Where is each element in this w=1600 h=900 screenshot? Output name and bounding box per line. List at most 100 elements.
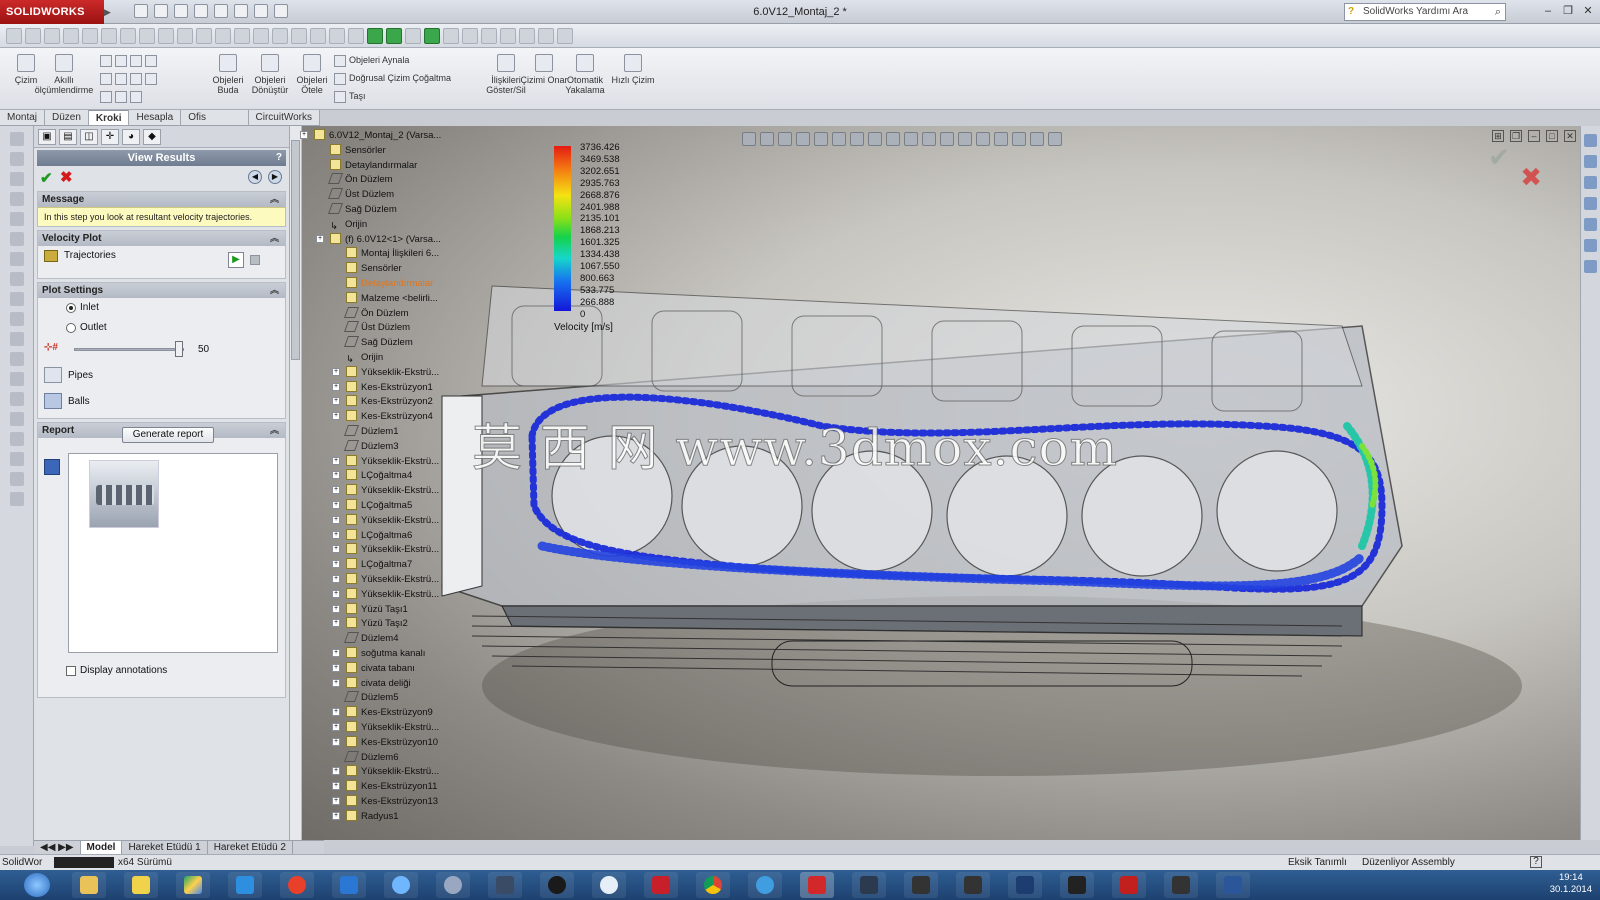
expand-icon[interactable]: + — [332, 604, 340, 613]
app-4[interactable] — [1008, 872, 1042, 898]
flow-tab-icon[interactable]: ◆ — [143, 129, 161, 145]
tool-icon[interactable] — [139, 28, 155, 44]
tree-node[interactable]: + Yükseklik-Ekstrü... — [332, 720, 439, 735]
tree-node[interactable]: + Yükseklik-Ekstrü... — [332, 513, 439, 528]
tree-node[interactable]: + LÇoğaltma7 — [332, 557, 412, 572]
media-app[interactable] — [488, 872, 522, 898]
tree-node[interactable]: Sağ Düzlem — [343, 335, 413, 350]
expand-icon[interactable]: + — [332, 663, 340, 672]
expand-icon[interactable]: + — [332, 589, 340, 598]
view-palette-icon[interactable] — [1584, 218, 1597, 231]
tool-icon[interactable] — [63, 28, 79, 44]
tree-node[interactable]: + LÇoğaltma4 — [332, 468, 412, 483]
pipes-row[interactable]: Pipes — [38, 364, 285, 390]
search-icon[interactable] — [1584, 197, 1597, 210]
tool-icon[interactable] — [9, 172, 24, 186]
tree-node[interactable]: ↳ Orijin — [346, 350, 383, 365]
file-explorer-icon[interactable] — [1584, 176, 1597, 189]
expand-icon[interactable]: + — [332, 367, 340, 376]
tree-node[interactable]: ↳ Orijin — [330, 217, 367, 232]
tool-icon[interactable] — [215, 28, 231, 44]
tree-node[interactable]: Malzeme <belirli... — [346, 291, 438, 306]
collapse-icon[interactable]: ︽ — [270, 283, 279, 298]
rect-tools[interactable] — [100, 70, 160, 86]
expand-icon[interactable]: + — [332, 486, 340, 495]
expand-icon[interactable]: + — [332, 767, 340, 776]
solidworks-app[interactable] — [800, 872, 834, 898]
tool-icon[interactable] — [120, 28, 136, 44]
expand-icon[interactable]: + — [332, 456, 340, 465]
app-6[interactable] — [1164, 872, 1198, 898]
word-app[interactable] — [1216, 872, 1250, 898]
tree-node[interactable]: Düzlem4 — [343, 631, 399, 646]
tool-icon[interactable] — [44, 28, 60, 44]
tree-node[interactable]: Üst Düzlem — [327, 187, 394, 202]
expand-icon[interactable]: + — [332, 471, 340, 480]
tree-node[interactable]: Düzlem3 — [343, 439, 399, 454]
tab-motion-study-1[interactable]: Hareket Etüdü 1 — [122, 841, 208, 854]
expand-icon[interactable]: + — [332, 530, 340, 539]
tree-node[interactable]: + soğutma kanalı — [332, 646, 425, 661]
app-5[interactable] — [1060, 872, 1094, 898]
tree-node[interactable]: Montaj İlişkileri 6... — [346, 246, 439, 261]
tab-kroki[interactable]: Kroki — [88, 110, 130, 125]
tool-icon[interactable] — [9, 152, 24, 166]
dropbox-app[interactable] — [228, 872, 262, 898]
run-icon[interactable] — [367, 28, 383, 44]
tree-node[interactable]: + civata tabanı — [332, 661, 415, 676]
collapse-icon[interactable]: ︽ — [270, 231, 279, 246]
previous-view-icon[interactable] — [778, 132, 792, 146]
outlet-row[interactable]: Outlet — [38, 318, 285, 338]
tree-node[interactable]: + Yükseklik-Ekstrü... — [332, 483, 439, 498]
plot-settings-header[interactable]: Plot Settings ︽ — [38, 283, 285, 298]
close-icon[interactable]: ✕ — [1580, 3, 1596, 19]
tool-icon[interactable] — [9, 412, 24, 426]
confirm-corner-cancel-icon[interactable]: ✖ — [1520, 162, 1542, 193]
search-icon[interactable]: ⌕ — [1495, 4, 1501, 20]
drive-app[interactable] — [176, 872, 210, 898]
expand-icon[interactable]: + — [316, 234, 324, 243]
tool-icon[interactable] — [6, 28, 22, 44]
display-annotations-checkbox[interactable] — [66, 666, 76, 676]
linear-pattern-button[interactable]: Doğrusal Çizim Çoğaltma — [334, 70, 451, 86]
expand-icon[interactable]: + — [332, 560, 340, 569]
tab-ofis-urunleri[interactable]: Ofis Ürünleri — [181, 110, 249, 138]
inlet-radio[interactable] — [66, 303, 76, 313]
tool-icon[interactable] — [500, 28, 516, 44]
play-icon[interactable]: ▶ — [228, 252, 244, 268]
expand-icon[interactable]: + — [332, 515, 340, 524]
expand-icon[interactable]: + — [332, 723, 340, 731]
tree-node[interactable]: + Kes-Ekstrüzyon13 — [332, 794, 438, 809]
view-icon[interactable] — [976, 132, 990, 146]
box-app[interactable] — [332, 872, 366, 898]
tab-hesapla[interactable]: Hesapla — [129, 110, 182, 125]
explorer-app[interactable] — [72, 872, 106, 898]
collapse-icon[interactable]: ︽ — [270, 423, 279, 438]
confirm-corner-ok-icon[interactable]: ✔ — [1488, 142, 1510, 173]
tab-circuitworks[interactable]: CircuitWorks — [248, 110, 320, 125]
view-icon[interactable] — [922, 132, 936, 146]
chrome-canary-app[interactable] — [280, 872, 314, 898]
tool-icon[interactable] — [234, 28, 250, 44]
tree-node[interactable]: Düzlem1 — [343, 424, 399, 439]
tab-model[interactable]: Model — [80, 841, 123, 854]
next-icon[interactable]: ▶ — [268, 170, 282, 184]
cloud-app[interactable] — [384, 872, 418, 898]
tree-node[interactable]: Ön Düzlem — [343, 306, 409, 321]
cancel-icon[interactable]: ✖ — [60, 168, 73, 186]
viewport-restore-icon[interactable]: ❐ — [1510, 130, 1522, 142]
tool-icon[interactable] — [9, 372, 24, 386]
tool-icon[interactable] — [291, 28, 307, 44]
tool-icon[interactable] — [9, 132, 24, 146]
viewport-maximize-icon[interactable]: □ — [1546, 130, 1558, 142]
tree-node[interactable]: + Kes-Ekstrüzyon10 — [332, 735, 438, 750]
library-icon[interactable] — [1584, 155, 1597, 168]
view-icon[interactable] — [958, 132, 972, 146]
inlet-row[interactable]: Inlet — [38, 298, 285, 318]
tool-icon[interactable] — [9, 232, 24, 246]
minimize-icon[interactable]: – — [1540, 3, 1556, 19]
appearance-tab-icon[interactable]: ◕ — [122, 129, 140, 145]
tab-montaj[interactable]: Montaj — [0, 110, 46, 125]
music-app[interactable] — [540, 872, 574, 898]
expand-icon[interactable]: + — [332, 811, 340, 820]
